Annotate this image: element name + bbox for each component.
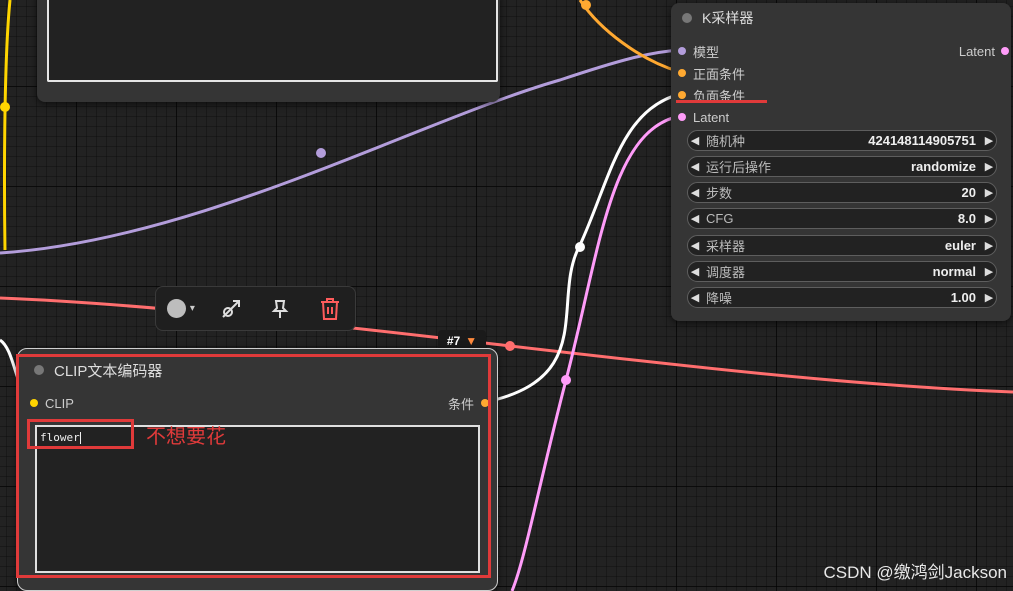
upper-node[interactable] (37, 0, 500, 102)
color-picker-button[interactable]: ▾ (156, 291, 206, 327)
widget-control-after-label: 运行后操作 (706, 160, 772, 175)
input-positive-label: 正面条件 (693, 66, 746, 82)
widget-denoise[interactable]: ◀ 降噪 1.00 ▶ (687, 287, 997, 308)
widget-denoise-value[interactable]: 1.00 (951, 290, 982, 305)
node-id-text: #7 (446, 334, 461, 348)
pin-icon (271, 299, 289, 318)
increment-arrow-icon[interactable]: ▶ (982, 239, 996, 252)
bypass-button[interactable] (206, 291, 256, 327)
annotation-label: 不想要花 (146, 426, 226, 448)
decrement-arrow-icon[interactable]: ◀ (688, 239, 702, 252)
widget-scheduler-value[interactable]: normal (933, 264, 982, 279)
circle-color-icon (166, 299, 186, 318)
output-latent-slot-icon[interactable] (1001, 47, 1009, 55)
input-model[interactable]: 模型 (678, 41, 719, 61)
widget-sampler-value[interactable]: euler (945, 238, 982, 253)
widget-cfg-label: CFG (706, 211, 734, 226)
widget-steps-value[interactable]: 20 (962, 185, 982, 200)
input-positive[interactable]: 正面条件 (678, 63, 745, 83)
decrement-arrow-icon[interactable]: ◀ (688, 212, 702, 225)
input-model-label: 模型 (693, 44, 720, 60)
input-latent[interactable]: Latent (678, 107, 729, 127)
widget-seed[interactable]: ◀ 随机种 424148114905751 ▶ (687, 130, 997, 151)
highlight-box-node (16, 354, 491, 578)
decrement-arrow-icon[interactable]: ◀ (688, 265, 702, 278)
decrement-arrow-icon[interactable]: ◀ (688, 291, 702, 304)
increment-arrow-icon[interactable]: ▶ (982, 212, 996, 225)
decrement-arrow-icon[interactable]: ◀ (688, 186, 702, 199)
widget-cfg[interactable]: ◀ CFG 8.0 ▶ (687, 208, 997, 229)
fox-icon: ▼ (465, 334, 478, 348)
increment-arrow-icon[interactable]: ▶ (982, 265, 996, 278)
upper-node-textarea[interactable] (47, 0, 498, 82)
widget-control-after[interactable]: ◀ 运行后操作 randomize ▶ (687, 156, 997, 177)
widget-scheduler[interactable]: ◀ 调度器 normal ▶ (687, 261, 997, 282)
decrement-arrow-icon[interactable]: ◀ (688, 160, 702, 173)
increment-arrow-icon[interactable]: ▶ (982, 291, 996, 304)
widget-scheduler-label: 调度器 (706, 265, 746, 280)
delete-button[interactable] (305, 291, 355, 327)
highlight-box-text (27, 419, 134, 449)
increment-arrow-icon[interactable]: ▶ (982, 134, 996, 147)
output-latent[interactable]: Latent (959, 41, 1009, 61)
increment-arrow-icon[interactable]: ▶ (982, 160, 996, 173)
widget-sampler-label: 采样器 (706, 239, 746, 254)
highlight-underline (676, 100, 767, 103)
chevron-down-icon: ▾ (189, 303, 195, 314)
widget-control-after-value[interactable]: randomize (911, 159, 982, 174)
ksampler-title: K采样器 (702, 10, 754, 26)
model-slot-icon[interactable] (678, 47, 686, 55)
ksampler-title-bar[interactable]: K采样器 (671, 3, 1011, 33)
pin-button[interactable] (256, 291, 306, 327)
widget-denoise-label: 降噪 (706, 291, 733, 306)
increment-arrow-icon[interactable]: ▶ (982, 186, 996, 199)
watermark: CSDN @缴鸿剑Jackson (823, 563, 1007, 582)
widget-steps-label: 步数 (706, 186, 733, 201)
positive-slot-icon[interactable] (678, 69, 686, 77)
input-latent-label: Latent (693, 109, 730, 125)
widget-seed-value[interactable]: 424148114905751 (868, 133, 982, 148)
widget-cfg-value[interactable]: 8.0 (958, 211, 982, 226)
collapse-dot-icon[interactable] (682, 13, 692, 23)
widget-steps[interactable]: ◀ 步数 20 ▶ (687, 182, 997, 203)
output-latent-label: Latent (958, 43, 995, 59)
bypass-icon (221, 299, 240, 318)
trash-icon (321, 297, 340, 320)
node-toolbar: ▾ (155, 286, 356, 331)
widget-seed-label: 随机种 (706, 134, 746, 149)
negative-slot-icon[interactable] (678, 91, 686, 99)
decrement-arrow-icon[interactable]: ◀ (688, 134, 702, 147)
ksampler-node[interactable]: K采样器 模型 正面条件 负面条件 Latent Latent ◀ 随机种 42… (671, 3, 1011, 321)
latent-slot-icon[interactable] (678, 113, 686, 121)
widget-sampler[interactable]: ◀ 采样器 euler ▶ (687, 235, 997, 256)
